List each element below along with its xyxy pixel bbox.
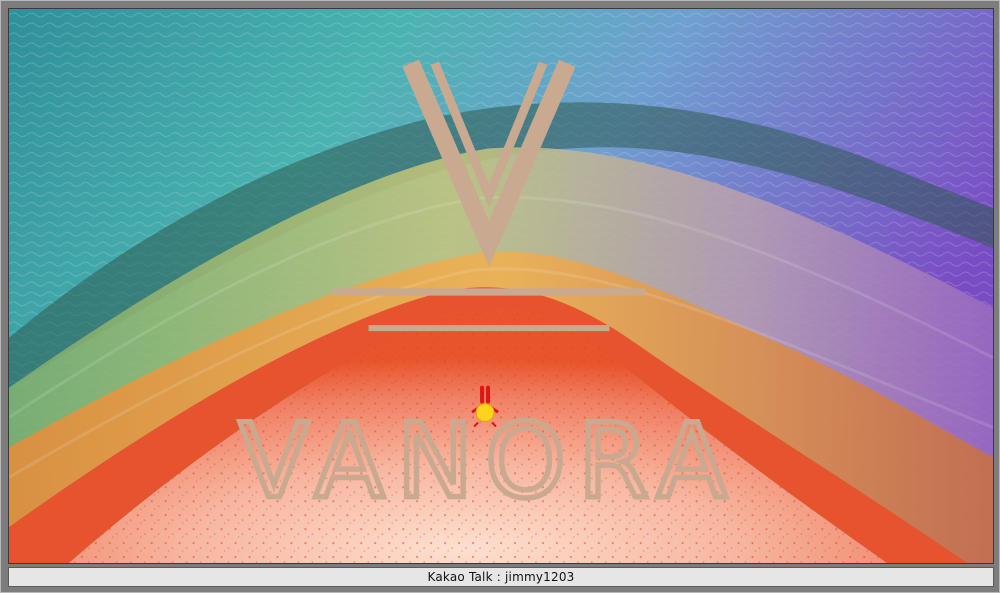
picture-frame: VANORA Kakao Talk : jimmy1203: [0, 0, 1000, 593]
caption-text: Kakao Talk : jimmy1203: [427, 570, 575, 584]
caption-bar: Kakao Talk : jimmy1203: [8, 567, 994, 587]
aerial-beach-photo: VANORA: [8, 8, 994, 564]
vanora-logo: VANORA: [236, 59, 739, 524]
vanora-wordmark: VANORA: [239, 403, 739, 522]
